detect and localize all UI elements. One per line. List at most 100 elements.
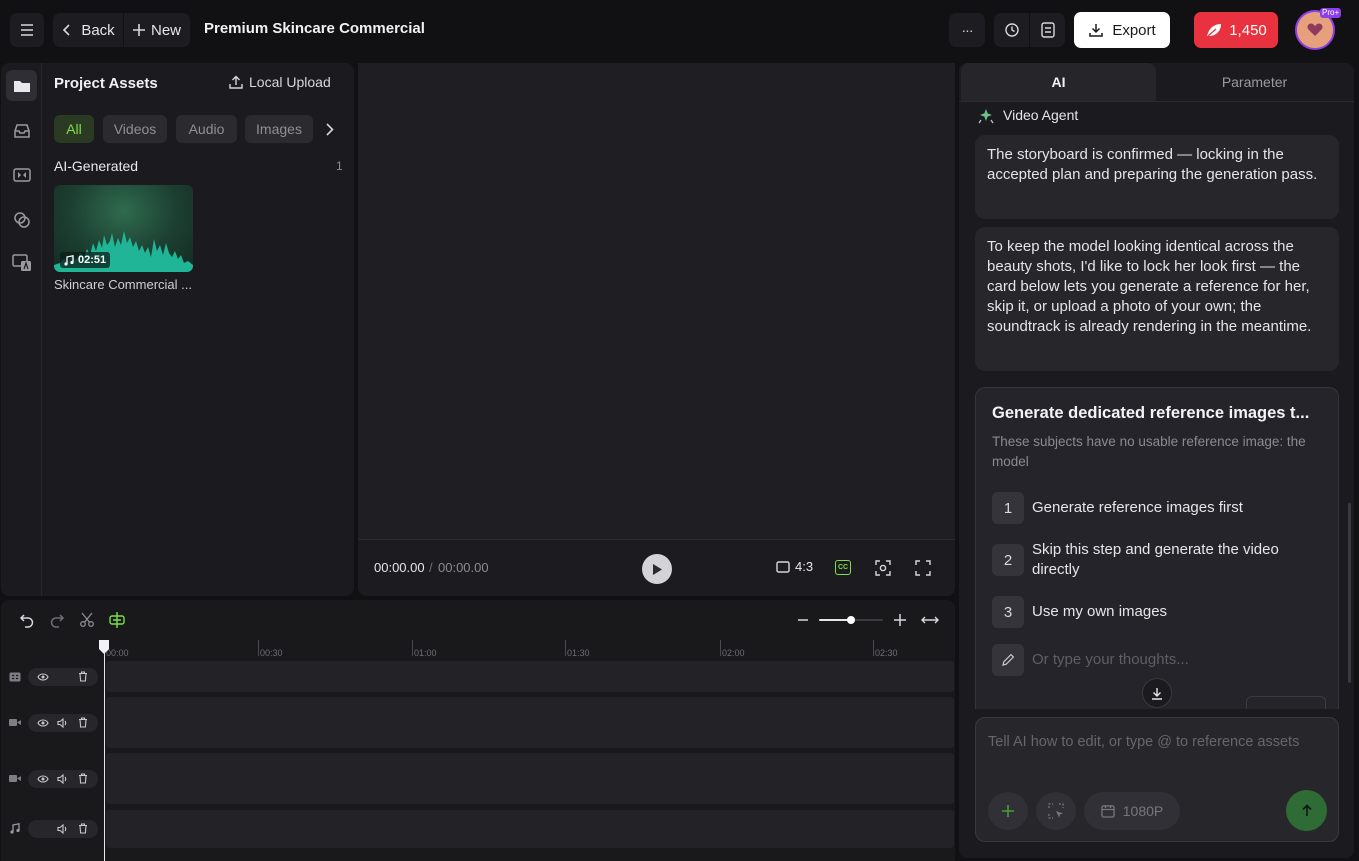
more-button[interactable]: ··· xyxy=(949,13,985,47)
filter-audio[interactable]: Audio xyxy=(176,115,237,143)
option-number[interactable]: 2 xyxy=(992,544,1024,576)
aspect-ratio-button[interactable]: 4:3 xyxy=(776,559,813,574)
rail-item-inbox[interactable] xyxy=(6,115,37,146)
play-button[interactable] xyxy=(642,554,672,584)
option-number[interactable]: 1 xyxy=(992,492,1024,524)
option-label[interactable]: Skip this step and generate the video di… xyxy=(1032,540,1322,580)
redo-button[interactable] xyxy=(49,612,65,628)
video-track-lane-1[interactable] xyxy=(106,697,954,748)
custom-thoughts-input[interactable]: Or type your thoughts... xyxy=(1032,650,1189,670)
filter-all[interactable]: All xyxy=(54,115,94,143)
split-button[interactable] xyxy=(79,612,95,628)
trash-icon[interactable] xyxy=(78,823,88,834)
zoom-in-button[interactable] xyxy=(893,613,907,627)
agent-message: To keep the model looking identical acro… xyxy=(975,227,1339,371)
add-attachment-button[interactable] xyxy=(988,792,1028,830)
playhead-handle[interactable] xyxy=(98,640,110,654)
audio-track-lane[interactable] xyxy=(106,810,954,848)
pencil-icon xyxy=(1002,653,1015,666)
chevron-right-icon xyxy=(326,122,334,136)
trash-icon[interactable] xyxy=(78,773,88,784)
card-action-button[interactable] xyxy=(1246,696,1326,709)
tab-ai[interactable]: AI xyxy=(961,63,1156,101)
ruler-tick xyxy=(258,640,259,656)
video-camera-icon xyxy=(9,719,21,726)
option-label[interactable]: Use my own images xyxy=(1032,602,1322,622)
rail-item-effects[interactable] xyxy=(6,204,37,235)
zoom-slider[interactable] xyxy=(819,616,883,624)
caption-track-lane[interactable] xyxy=(106,661,954,692)
aspect-ratio-icon xyxy=(776,560,790,573)
zoom-handle[interactable] xyxy=(847,616,855,624)
fullscreen-icon xyxy=(915,560,931,576)
undo-button[interactable] xyxy=(19,612,35,628)
chat-scrollbar[interactable] xyxy=(1348,503,1351,683)
new-label: New xyxy=(150,21,181,39)
zoom-out-button[interactable] xyxy=(797,613,809,627)
playhead[interactable] xyxy=(104,640,105,861)
trash-icon[interactable] xyxy=(78,671,88,682)
hamburger-icon xyxy=(21,24,33,36)
timeline-ruler[interactable] xyxy=(104,640,954,658)
eye-icon[interactable] xyxy=(37,775,49,783)
eye-icon[interactable] xyxy=(37,673,49,681)
duration-text: 02:51 xyxy=(78,254,107,266)
tab-parameter[interactable]: Parameter xyxy=(1157,63,1352,101)
duration-badge: 02:51 xyxy=(60,252,111,268)
inbox-icon xyxy=(13,123,30,138)
filter-next-button[interactable] xyxy=(322,119,338,139)
filter-images[interactable]: Images xyxy=(245,115,313,143)
local-upload-label: Local Upload xyxy=(249,74,331,90)
scroll-down-button[interactable] xyxy=(1142,678,1172,708)
transition-icon xyxy=(12,167,31,182)
speaker-icon[interactable] xyxy=(57,718,68,728)
asset-thumbnail[interactable]: 02:51 xyxy=(54,185,193,272)
eye-icon[interactable] xyxy=(37,719,49,727)
time-separator: / xyxy=(429,560,433,575)
custom-input-icon-box xyxy=(992,644,1024,676)
layout-button[interactable] xyxy=(1030,13,1065,47)
ruler-tick xyxy=(412,640,413,656)
scissors-icon xyxy=(80,612,94,627)
menu-button[interactable] xyxy=(10,13,44,47)
leaf-icon xyxy=(1207,24,1222,37)
resolution-selector[interactable]: 1080P xyxy=(1084,792,1180,830)
option-label[interactable]: Generate reference images first xyxy=(1032,498,1322,518)
export-button[interactable]: Export xyxy=(1074,12,1170,48)
filter-videos[interactable]: Videos xyxy=(103,115,167,143)
plus-icon xyxy=(894,614,906,626)
fit-timeline-button[interactable] xyxy=(921,613,939,627)
rail-item-transitions[interactable] xyxy=(6,159,37,190)
fullscreen-button[interactable] xyxy=(915,560,931,576)
option-number[interactable]: 3 xyxy=(992,596,1024,628)
send-button[interactable] xyxy=(1286,790,1327,831)
calendar-icon xyxy=(1101,805,1115,818)
export-label: Export xyxy=(1112,21,1156,39)
local-upload-button[interactable]: Local Upload xyxy=(229,74,331,90)
snapshot-button[interactable] xyxy=(875,560,891,576)
document-icon xyxy=(1040,22,1055,38)
new-button[interactable]: New xyxy=(124,13,190,47)
rail-item-assets[interactable] xyxy=(6,70,37,101)
plan-badge: Pro+ xyxy=(1320,8,1342,18)
video-track-lane-2[interactable] xyxy=(106,753,954,804)
back-button[interactable]: Back xyxy=(53,13,123,47)
speaker-icon[interactable] xyxy=(57,774,68,784)
history-button[interactable] xyxy=(994,13,1029,47)
select-region-button[interactable] xyxy=(1036,792,1076,830)
speaker-icon[interactable] xyxy=(57,824,68,834)
ruler-label: 02:00 xyxy=(722,648,745,658)
screenshot-icon xyxy=(875,560,891,576)
captions-toggle[interactable]: CC xyxy=(835,560,851,575)
rail-item-text[interactable] xyxy=(6,247,37,278)
credits-button[interactable]: 1,450 xyxy=(1194,12,1278,48)
video-canvas[interactable] xyxy=(358,63,955,540)
asset-name: Skincare Commercial ... xyxy=(54,277,192,292)
folder-icon xyxy=(13,80,30,92)
trash-icon[interactable] xyxy=(78,717,88,728)
magnet-snap-toggle[interactable] xyxy=(108,611,126,629)
tab-ai-label: AI xyxy=(1051,74,1066,90)
project-title[interactable]: Premium Skincare Commercial xyxy=(204,20,425,37)
ruler-label: 02:30 xyxy=(875,648,898,658)
chat-input[interactable]: Tell AI how to edit, or type @ to refere… xyxy=(988,734,1328,750)
